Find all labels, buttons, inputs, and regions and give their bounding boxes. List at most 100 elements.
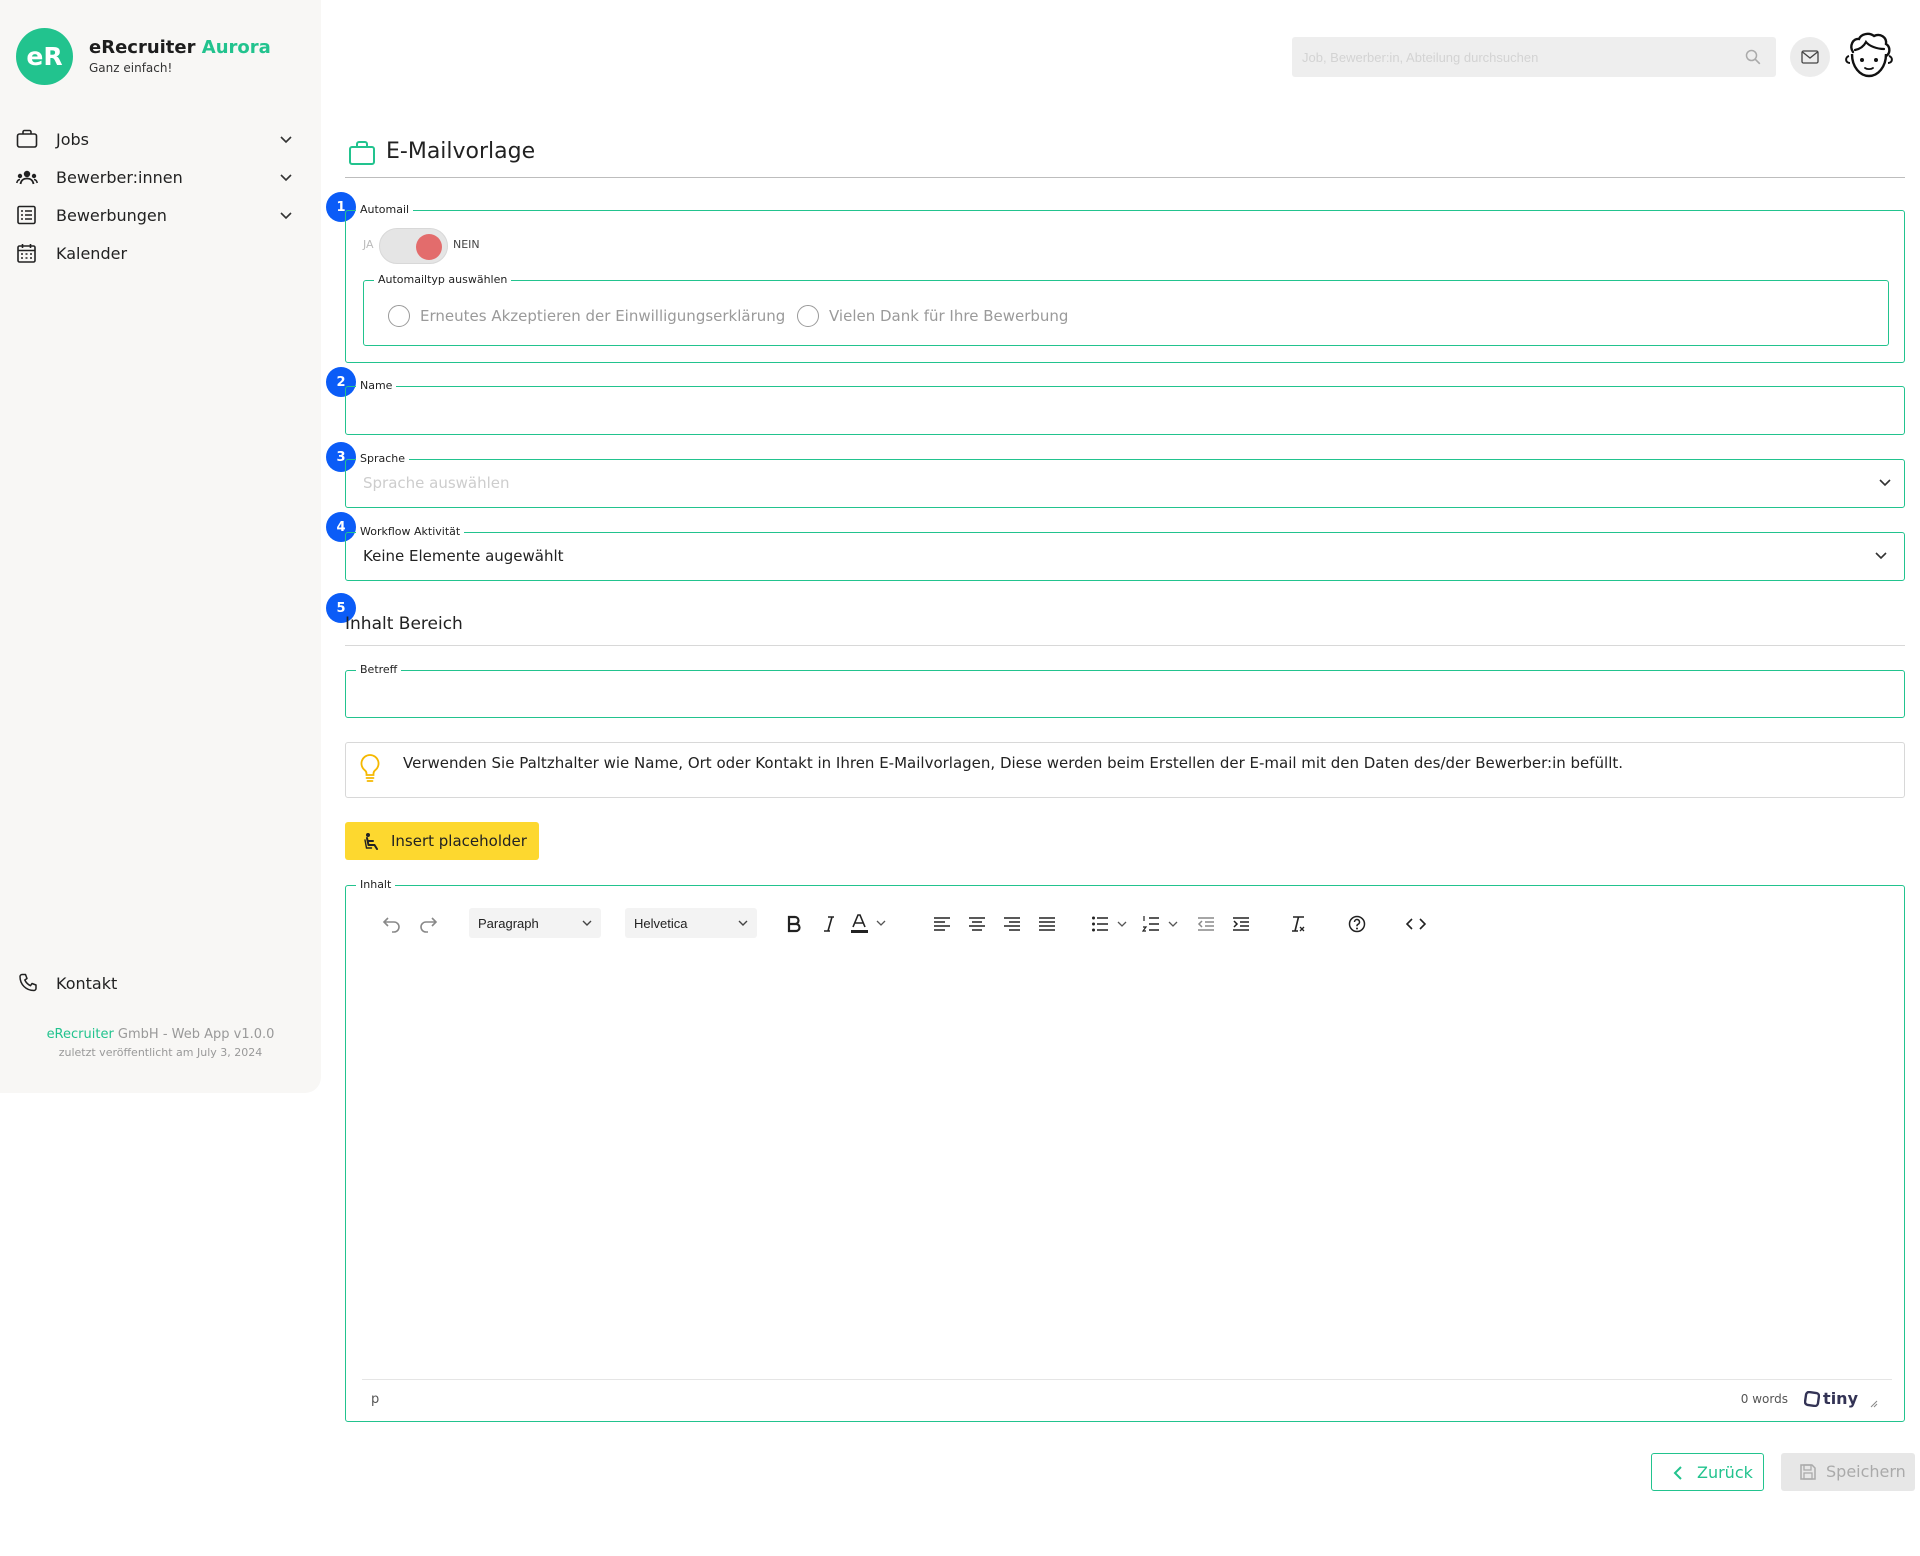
name-input[interactable] bbox=[358, 395, 1888, 425]
clear-format-icon bbox=[1292, 916, 1305, 932]
italic-button[interactable] bbox=[815, 908, 843, 940]
search-icon[interactable] bbox=[1744, 48, 1762, 66]
radio-option-thanks[interactable]: Vielen Dank für Ihre Bewerbung bbox=[797, 305, 1068, 327]
save-icon bbox=[1800, 1464, 1816, 1480]
chevron-down-icon[interactable] bbox=[279, 133, 293, 145]
footer-company[interactable]: eRecruiter bbox=[47, 1027, 114, 1042]
font-family-select[interactable]: Helvetica bbox=[625, 908, 757, 938]
mail-button[interactable] bbox=[1790, 37, 1830, 77]
calendar-icon bbox=[17, 244, 36, 263]
chevron-down-icon[interactable] bbox=[279, 171, 293, 183]
editor-content-area[interactable] bbox=[362, 954, 1887, 1379]
back-label: Zurück bbox=[1697, 1463, 1753, 1482]
sidebar-item-kalender[interactable]: Kalender bbox=[0, 234, 321, 272]
bullet-list-button[interactable] bbox=[1089, 908, 1133, 940]
editor-statusbar: p 0 words tiny bbox=[362, 1379, 1892, 1419]
toggle-knob bbox=[416, 234, 442, 260]
briefcase-icon bbox=[349, 141, 375, 165]
bold-icon bbox=[787, 915, 801, 933]
mail-icon bbox=[1801, 50, 1819, 64]
lightbulb-icon bbox=[360, 754, 380, 782]
indent-icon bbox=[1233, 917, 1249, 931]
align-left-icon bbox=[934, 917, 950, 931]
logo[interactable]: eR bbox=[16, 28, 73, 85]
radio-label: Erneutes Akzeptieren der Einwilligungser… bbox=[420, 307, 786, 325]
footer-published: zuletzt veröffentlicht am July 3, 2024 bbox=[58, 1046, 263, 1059]
editor-toolbar: Paragraph Helvetica bbox=[372, 908, 1872, 944]
bullet-list-icon bbox=[1092, 916, 1127, 932]
source-code-button[interactable] bbox=[1402, 908, 1430, 940]
brand-tagline: Ganz einfach! bbox=[89, 61, 173, 75]
tiny-mark-icon bbox=[1804, 1390, 1821, 1407]
radio-button[interactable] bbox=[797, 305, 819, 327]
redo-button[interactable] bbox=[414, 908, 442, 940]
tiny-logo[interactable]: tiny bbox=[1804, 1389, 1858, 1408]
help-button[interactable] bbox=[1343, 908, 1371, 940]
radio-button[interactable] bbox=[388, 305, 410, 327]
block-format-select[interactable]: Paragraph bbox=[469, 908, 601, 938]
undo-button[interactable] bbox=[378, 908, 406, 940]
search-input[interactable] bbox=[1302, 37, 1732, 77]
subject-input[interactable] bbox=[358, 679, 1888, 709]
align-left-button[interactable] bbox=[928, 908, 956, 940]
sidebar-item-kontakt[interactable]: Kontakt bbox=[0, 964, 321, 1002]
back-button[interactable]: Zurück bbox=[1651, 1453, 1764, 1491]
chevron-left-icon bbox=[1673, 1466, 1682, 1480]
language-legend: Sprache bbox=[356, 452, 410, 466]
list-icon bbox=[17, 205, 36, 225]
language-select[interactable]: Sprache Sprache auswählen bbox=[345, 452, 1905, 508]
element-path[interactable]: p bbox=[371, 1392, 379, 1407]
sidebar-item-label: Jobs bbox=[56, 130, 89, 149]
brand-accent: Aurora bbox=[201, 37, 271, 58]
workflow-value: Keine Elemente augewählt bbox=[363, 547, 564, 565]
sidebar-item-bewerbungen[interactable]: Bewerbungen bbox=[0, 196, 321, 234]
indent-button[interactable] bbox=[1227, 908, 1255, 940]
sidebar-nav: Jobs Bewerber:innen Bewerbungen Kalender bbox=[0, 120, 321, 272]
block-format-label: Paragraph bbox=[478, 916, 539, 931]
sidebar-item-label: Kalender bbox=[56, 244, 128, 263]
workflow-select[interactable]: Workflow Aktivität Keine Elemente augewä… bbox=[345, 525, 1905, 581]
redo-icon bbox=[420, 917, 438, 933]
automail-toggle[interactable] bbox=[379, 228, 448, 264]
automail-type-fieldset: Automailtyp auswählen Erneutes Akzeptier… bbox=[363, 273, 1889, 346]
bold-button[interactable] bbox=[780, 908, 808, 940]
subject-legend: Betreff bbox=[356, 663, 402, 677]
info-text: Verwenden Sie Paltzhalter wie Name, Ort … bbox=[403, 754, 1624, 772]
section-title: Inhalt Bereich bbox=[345, 614, 463, 634]
align-right-button[interactable] bbox=[998, 908, 1026, 940]
subject-fieldset: Betreff bbox=[345, 663, 1905, 718]
numbered-list-icon bbox=[1142, 916, 1178, 932]
insert-placeholder-label: Insert placeholder bbox=[391, 832, 527, 850]
outdent-button[interactable] bbox=[1192, 908, 1220, 940]
align-justify-button[interactable] bbox=[1033, 908, 1061, 940]
numbered-list-button[interactable] bbox=[1140, 908, 1184, 940]
briefcase-icon bbox=[16, 129, 38, 148]
avatar[interactable] bbox=[1843, 30, 1895, 82]
sidebar-item-jobs[interactable]: Jobs bbox=[0, 120, 321, 158]
save-button[interactable]: Speichern bbox=[1781, 1453, 1915, 1491]
section-title-rest: Bereich bbox=[393, 614, 463, 634]
radio-option-consent[interactable]: Erneutes Akzeptieren der Einwilligungser… bbox=[388, 305, 785, 327]
sidebar-item-bewerber[interactable]: Bewerber:innen bbox=[0, 158, 321, 196]
chevron-down-icon[interactable] bbox=[279, 209, 293, 221]
contact-label: Kontakt bbox=[56, 974, 118, 993]
clear-format-button[interactable] bbox=[1284, 908, 1312, 940]
text-color-button[interactable] bbox=[848, 908, 892, 940]
resize-handle-icon[interactable] bbox=[1868, 1398, 1878, 1408]
seat-icon bbox=[364, 833, 378, 850]
insert-placeholder-button[interactable]: Insert placeholder bbox=[345, 822, 539, 860]
italic-icon bbox=[824, 916, 834, 932]
name-fieldset: Name bbox=[345, 379, 1905, 435]
workflow-legend: Workflow Aktivität bbox=[356, 525, 465, 539]
chevron-down-icon bbox=[1879, 479, 1891, 487]
sidebar-item-label: Bewerbungen bbox=[56, 206, 167, 225]
text-color-icon bbox=[851, 914, 886, 933]
align-center-icon bbox=[969, 917, 985, 931]
sidebar: eR eRecruiter Aurora Ganz einfach! Jobs … bbox=[0, 0, 321, 1093]
automail-type-legend: Automailtyp auswählen bbox=[374, 273, 512, 287]
word-count[interactable]: 0 words bbox=[1741, 1392, 1788, 1406]
placeholder-info-box: Verwenden Sie Paltzhalter wie Name, Ort … bbox=[345, 742, 1905, 798]
align-center-button[interactable] bbox=[963, 908, 991, 940]
toggle-no-label: NEIN bbox=[453, 238, 480, 251]
tiny-brand-text: tiny bbox=[1823, 1389, 1858, 1408]
